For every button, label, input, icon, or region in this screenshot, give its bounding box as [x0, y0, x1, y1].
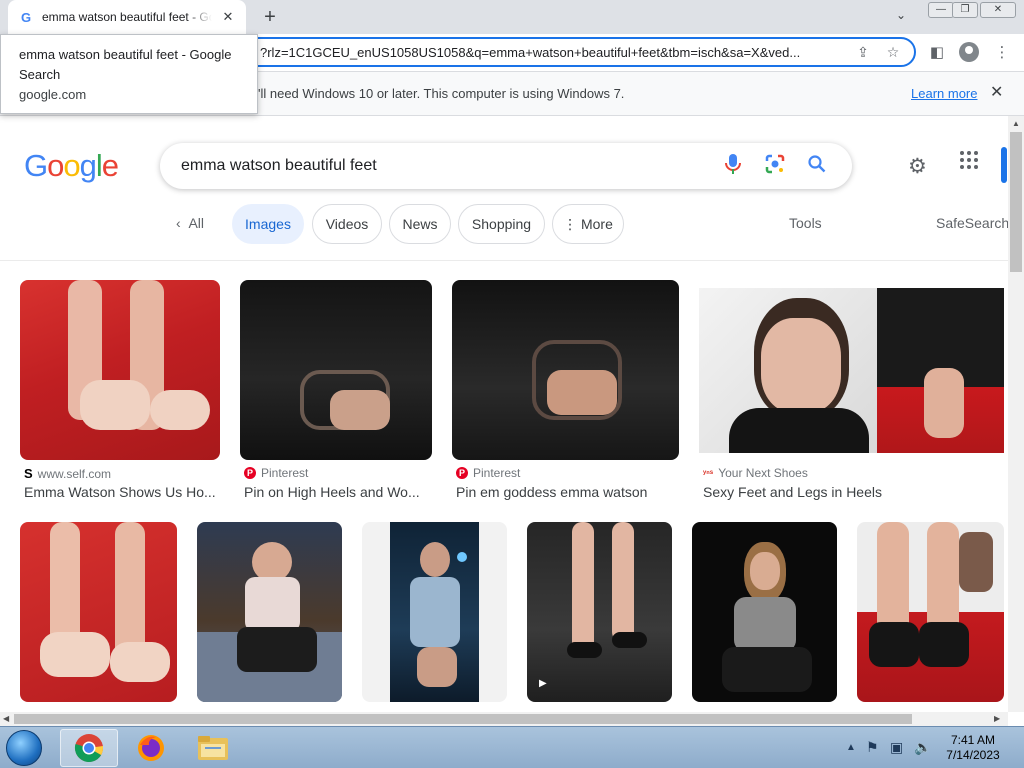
result-caption[interactable]: Pin em goddess emma watson: [456, 484, 679, 500]
share-icon[interactable]: ⇪: [852, 44, 874, 61]
address-bar[interactable]: ?rlz=1C1GCEU_enUS1058US1058&q=emma+watso…: [220, 37, 916, 67]
safesearch-button[interactable]: SafeSearch: [936, 215, 1009, 231]
header-divider: [0, 260, 1008, 261]
result-caption[interactable]: Pin on High Heels and Wo...: [244, 484, 432, 500]
tools-button[interactable]: Tools: [789, 215, 822, 231]
voice-search-icon[interactable]: [712, 153, 754, 180]
vertical-scrollbar[interactable]: ▲: [1008, 116, 1024, 712]
chip-more[interactable]: ⋮ More: [552, 204, 624, 244]
apps-grid-icon[interactable]: [959, 150, 979, 176]
settings-gear-icon[interactable]: ⚙: [908, 154, 927, 179]
vertical-scroll-thumb[interactable]: [1010, 132, 1022, 272]
chip-news[interactable]: News: [389, 204, 451, 244]
tab-close-icon[interactable]: ✕: [220, 9, 236, 25]
scroll-left-arrow-icon[interactable]: ◀: [3, 714, 9, 723]
chip-videos[interactable]: Videos: [312, 204, 382, 244]
sign-in-button[interactable]: [1001, 147, 1007, 183]
taskbar-chrome[interactable]: [60, 729, 118, 767]
your-next-shoes-icon: ʸⁿˢ: [703, 468, 714, 478]
minimize-button[interactable]: —: [928, 2, 954, 18]
google-favicon-icon: G: [20, 9, 32, 25]
lens-search-icon[interactable]: [754, 154, 796, 179]
browser-menu-icon[interactable]: ⋮: [991, 42, 1013, 64]
video-play-icon: ▶: [539, 678, 547, 689]
folder-icon: [198, 736, 228, 760]
pinterest-icon: P: [456, 467, 468, 479]
image-result-thumbnail[interactable]: [20, 280, 220, 460]
new-tab-button[interactable]: +: [258, 6, 282, 30]
chrome-icon: [74, 734, 103, 762]
start-button[interactable]: [6, 730, 42, 766]
image-result-thumbnail[interactable]: [197, 522, 342, 702]
learn-more-link[interactable]: Learn more: [911, 86, 977, 101]
side-panel-icon[interactable]: ◧: [926, 42, 948, 64]
chip-images[interactable]: Images: [232, 204, 304, 244]
result-caption[interactable]: Emma Watson Shows Us Ho...: [24, 484, 220, 500]
tab-search-icon[interactable]: ⌄: [896, 8, 906, 22]
restore-button[interactable]: ❐: [952, 2, 978, 18]
close-window-button[interactable]: ✕: [980, 2, 1016, 18]
image-result-thumbnail[interactable]: [452, 280, 679, 460]
logo-letter: o: [47, 148, 64, 183]
taskbar-clock[interactable]: 7:41 AM 7/14/2023: [928, 733, 1018, 763]
result-source[interactable]: P Pinterest: [244, 466, 308, 480]
infobar-close-icon[interactable]: ✕: [990, 82, 1003, 102]
result-source[interactable]: ʸⁿˢ Your Next Shoes: [703, 466, 808, 480]
search-input[interactable]: [181, 157, 712, 175]
self-com-icon: S: [24, 466, 33, 481]
taskbar-file-explorer[interactable]: [184, 729, 242, 767]
search-icon[interactable]: [796, 154, 838, 178]
bookmark-star-icon[interactable]: ☆: [882, 44, 904, 61]
image-result-thumbnail[interactable]: [857, 522, 1004, 702]
horizontal-scroll-thumb[interactable]: [14, 714, 912, 724]
tray-expand-icon[interactable]: ▲: [846, 742, 856, 753]
logo-letter: g: [79, 148, 97, 183]
image-result-thumbnail[interactable]: [362, 522, 507, 702]
network-icon[interactable]: ▣: [890, 739, 903, 756]
scroll-right-arrow-icon[interactable]: ▶: [994, 714, 1000, 723]
pinterest-icon: P: [244, 467, 256, 479]
logo-letter: G: [24, 148, 48, 183]
result-source[interactable]: Swww.self.com: [24, 466, 111, 481]
image-result-thumbnail[interactable]: [20, 522, 177, 702]
image-result-thumbnail[interactable]: [692, 522, 837, 702]
chip-shopping[interactable]: Shopping: [458, 204, 545, 244]
logo-letter: e: [101, 148, 119, 183]
image-result-thumbnail[interactable]: [699, 288, 1004, 453]
image-result-thumbnail[interactable]: [240, 280, 432, 460]
result-source[interactable]: P Pinterest: [456, 466, 520, 480]
infobar-message: 'll need Windows 10 or later. This compu…: [258, 86, 625, 101]
tooltip-title: emma watson beautiful feet - Google Sear…: [19, 47, 232, 82]
horizontal-scrollbar[interactable]: ◀ ▶: [0, 712, 1008, 726]
chip-all[interactable]: ‹ All: [176, 215, 204, 231]
result-caption[interactable]: Sexy Feet and Legs in Heels: [703, 484, 1004, 500]
logo-letter: o: [63, 148, 80, 183]
tooltip-domain: google.com: [19, 87, 87, 102]
more-dots-icon: ⋮: [563, 215, 581, 232]
firefox-icon: [138, 735, 164, 761]
tab-title: emma watson beautiful feet - Google Sear…: [42, 10, 212, 24]
clock-time: 7:41 AM: [950, 733, 996, 747]
browser-tab[interactable]: G emma watson beautiful feet - Google Se…: [8, 0, 246, 34]
image-result-thumbnail[interactable]: ▶: [527, 522, 672, 702]
tab-strip: G emma watson beautiful feet - Google Se…: [0, 0, 1024, 34]
windows-taskbar: ▲ ⚑ ▣ 🔈 7:41 AM 7/14/2023: [0, 726, 1024, 768]
clock-date: 7/14/2023: [946, 748, 1000, 762]
action-center-flag-icon[interactable]: ⚑: [866, 739, 879, 756]
google-logo[interactable]: Google: [24, 148, 119, 184]
profile-avatar-icon[interactable]: [958, 42, 980, 64]
url-text: ?rlz=1C1GCEU_enUS1058US1058&q=emma+watso…: [260, 44, 801, 60]
search-filter-chips: ‹ All Images Videos News Shopping ⋮ More…: [0, 204, 1024, 244]
search-box: [160, 143, 852, 189]
scroll-up-arrow-icon[interactable]: ▲: [1012, 119, 1020, 128]
tab-tooltip: emma watson beautiful feet - Google Sear…: [0, 34, 258, 114]
taskbar-firefox[interactable]: [122, 729, 180, 767]
